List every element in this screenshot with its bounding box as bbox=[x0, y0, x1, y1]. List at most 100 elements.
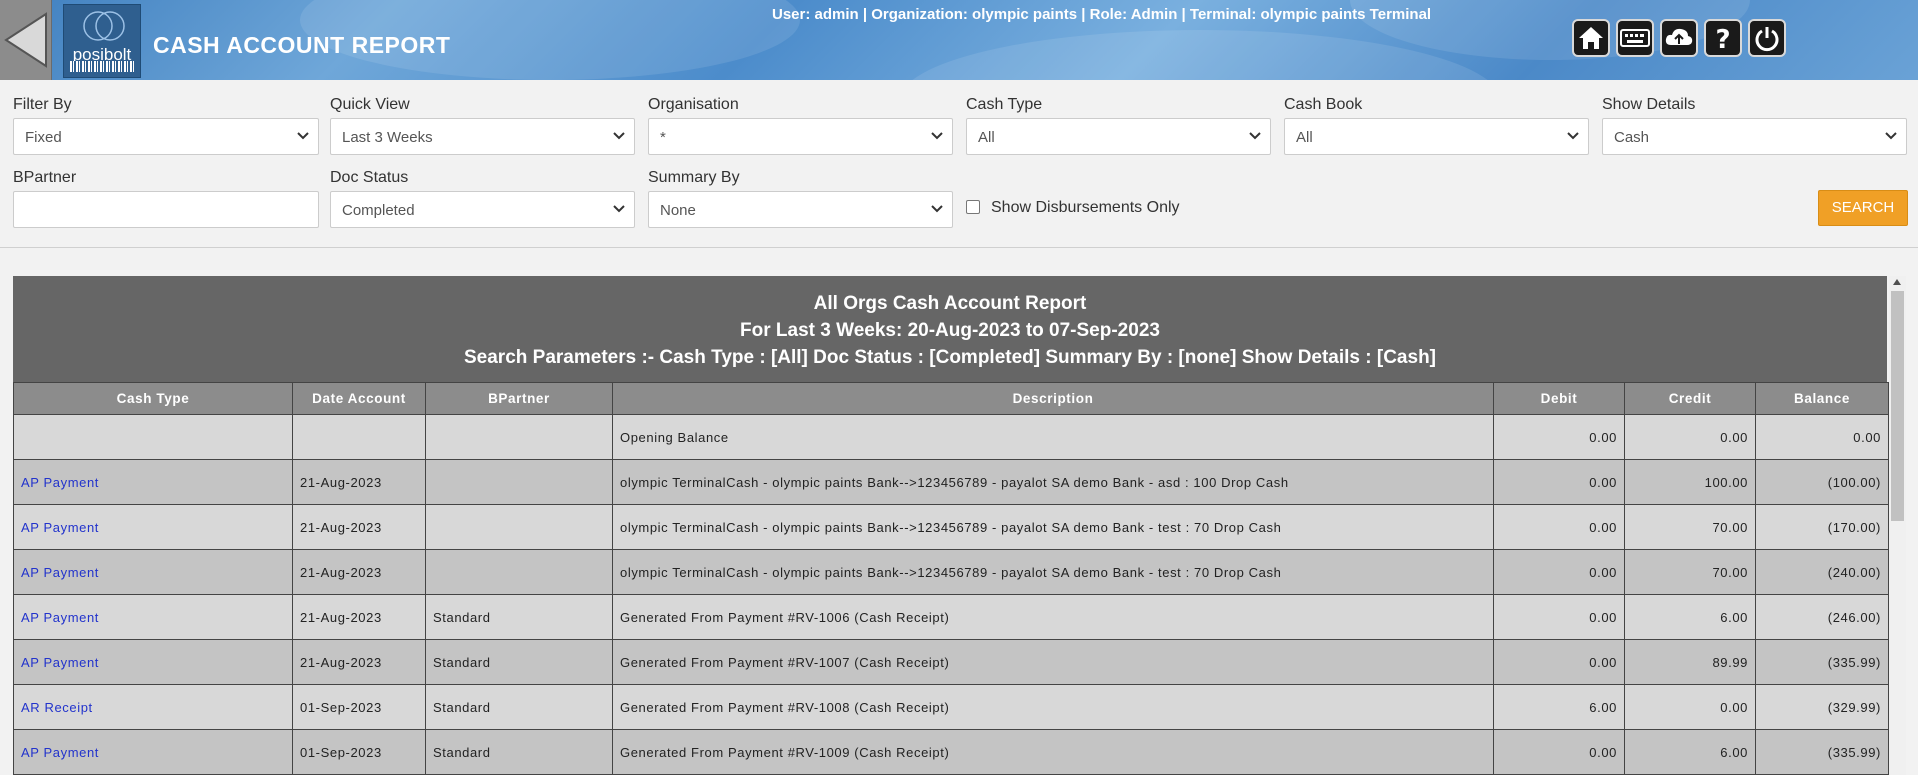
doc-status-group: Doc Status Completed bbox=[330, 167, 635, 228]
cash-type-cell: AP Payment bbox=[13, 504, 293, 550]
cash-type-select[interactable]: All bbox=[966, 118, 1271, 155]
doc-status-select[interactable]: Completed bbox=[330, 191, 635, 228]
debit-cell: 0.00 bbox=[1493, 459, 1625, 505]
cash-type-link[interactable]: AP Payment bbox=[21, 610, 99, 625]
column-header[interactable]: Cash Type bbox=[13, 382, 293, 415]
scrollbar-thumb[interactable] bbox=[1891, 291, 1904, 521]
debit-cell: 0.00 bbox=[1493, 414, 1625, 460]
show-details-value: Cash bbox=[1614, 129, 1650, 146]
logo-circles-icon bbox=[83, 11, 125, 41]
keyboard-button[interactable] bbox=[1616, 19, 1654, 57]
cash-type-link[interactable]: AP Payment bbox=[21, 655, 99, 670]
show-details-select[interactable]: Cash bbox=[1602, 118, 1907, 155]
debit-cell: 0.00 bbox=[1493, 549, 1625, 595]
cash-type-link[interactable]: AR Receipt bbox=[21, 700, 93, 715]
bpartner-cell: Standard bbox=[425, 639, 613, 685]
table-row: AP Payment 21-Aug-2023 olympic TerminalC… bbox=[13, 504, 1889, 550]
column-header[interactable]: BPartner bbox=[425, 382, 613, 415]
cash-type-label: Cash Type bbox=[966, 96, 1043, 113]
column-header[interactable]: Balance bbox=[1755, 382, 1889, 415]
page-title: CASH ACCOUNT REPORT bbox=[153, 32, 451, 58]
cash-type-value: All bbox=[978, 129, 995, 146]
cash-type-cell: AP Payment bbox=[13, 729, 293, 775]
balance-cell: (335.99) bbox=[1755, 729, 1889, 775]
description-cell: Generated From Payment #RV-1009 (Cash Re… bbox=[612, 729, 1494, 775]
filter-by-group: Filter By Fixed bbox=[13, 94, 319, 155]
credit-cell: 0.00 bbox=[1624, 414, 1756, 460]
table-row: AP Payment 21-Aug-2023 Standard Generate… bbox=[13, 594, 1889, 640]
report-title: All Orgs Cash Account Report bbox=[813, 293, 1087, 314]
doc-status-label: Doc Status bbox=[330, 169, 409, 186]
help-button[interactable]: ? bbox=[1704, 19, 1742, 57]
balance-cell: (335.99) bbox=[1755, 639, 1889, 685]
summary-by-value: None bbox=[660, 202, 696, 219]
cash-type-cell: AP Payment bbox=[13, 639, 293, 685]
cash-type-link[interactable]: AP Payment bbox=[21, 475, 99, 490]
description-cell: Generated From Payment #RV-1007 (Cash Re… bbox=[612, 639, 1494, 685]
disbursements-checkbox[interactable] bbox=[966, 200, 980, 214]
vertical-scrollbar[interactable] bbox=[1889, 276, 1906, 775]
date-cell: 21-Aug-2023 bbox=[292, 504, 426, 550]
credit-cell: 100.00 bbox=[1624, 459, 1756, 505]
sync-button[interactable] bbox=[1660, 19, 1698, 57]
debit-cell: 0.00 bbox=[1493, 504, 1625, 550]
debit-cell: 6.00 bbox=[1493, 684, 1625, 730]
app-logo: posibolt bbox=[63, 4, 141, 78]
date-cell: 01-Sep-2023 bbox=[292, 684, 426, 730]
chevron-down-icon bbox=[1567, 132, 1579, 140]
description-cell: Generated From Payment #RV-1008 (Cash Re… bbox=[612, 684, 1494, 730]
balance-cell: (240.00) bbox=[1755, 549, 1889, 595]
column-header[interactable]: Description bbox=[612, 382, 1494, 415]
help-icon: ? bbox=[1715, 25, 1730, 52]
table-row: AP Payment 21-Aug-2023 olympic TerminalC… bbox=[13, 459, 1889, 505]
back-button[interactable] bbox=[0, 0, 52, 80]
debit-cell: 0.00 bbox=[1493, 594, 1625, 640]
quick-view-label: Quick View bbox=[330, 96, 410, 113]
table-row: Opening Balance 0.00 0.00 0.00 bbox=[13, 414, 1889, 460]
bpartner-cell: Standard bbox=[425, 729, 613, 775]
balance-cell: (329.99) bbox=[1755, 684, 1889, 730]
cash-book-label: Cash Book bbox=[1284, 96, 1363, 113]
organisation-select[interactable]: * bbox=[648, 118, 953, 155]
logout-button[interactable] bbox=[1748, 19, 1786, 57]
column-header[interactable]: Date Account bbox=[292, 382, 426, 415]
bpartner-input[interactable] bbox=[13, 191, 319, 228]
cash-type-link[interactable]: AP Payment bbox=[21, 745, 99, 760]
date-cell: 01-Sep-2023 bbox=[292, 729, 426, 775]
quick-view-select[interactable]: Last 3 Weeks bbox=[330, 118, 635, 155]
filter-by-select[interactable]: Fixed bbox=[13, 118, 319, 155]
debit-cell: 0.00 bbox=[1493, 639, 1625, 685]
cash-type-group: Cash Type All bbox=[966, 94, 1271, 155]
scroll-up-arrow-icon[interactable] bbox=[1893, 279, 1901, 285]
cash-type-link[interactable]: AP Payment bbox=[21, 520, 99, 535]
chevron-down-icon bbox=[1249, 132, 1261, 140]
summary-by-select[interactable]: None bbox=[648, 191, 953, 228]
debit-cell: 0.00 bbox=[1493, 729, 1625, 775]
organisation-label: Organisation bbox=[648, 96, 739, 113]
table-row: AP Payment 21-Aug-2023 olympic TerminalC… bbox=[13, 549, 1889, 595]
balance-cell: (246.00) bbox=[1755, 594, 1889, 640]
header-toolbar: ? bbox=[1572, 19, 1786, 57]
home-button[interactable] bbox=[1572, 19, 1610, 57]
bpartner-cell bbox=[425, 459, 613, 505]
column-header[interactable]: Credit bbox=[1624, 382, 1756, 415]
balance-cell: 0.00 bbox=[1755, 414, 1889, 460]
description-cell: olympic TerminalCash - olympic paints Ba… bbox=[612, 504, 1494, 550]
search-button[interactable]: SEARCH bbox=[1818, 190, 1908, 226]
cash-book-select[interactable]: All bbox=[1284, 118, 1589, 155]
column-header[interactable]: Debit bbox=[1493, 382, 1625, 415]
organisation-value: * bbox=[660, 129, 666, 146]
bpartner-cell bbox=[425, 414, 613, 460]
disbursements-label: Show Disbursements Only bbox=[991, 199, 1180, 216]
cash-type-cell bbox=[13, 414, 293, 460]
bpartner-cell: Standard bbox=[425, 684, 613, 730]
power-icon bbox=[1755, 27, 1779, 52]
description-cell: Opening Balance bbox=[612, 414, 1494, 460]
date-cell: 21-Aug-2023 bbox=[292, 549, 426, 595]
credit-cell: 6.00 bbox=[1624, 729, 1756, 775]
credit-cell: 0.00 bbox=[1624, 684, 1756, 730]
report-header: All Orgs Cash Account Report For Last 3 … bbox=[13, 276, 1887, 382]
report-panel: All Orgs Cash Account Report For Last 3 … bbox=[13, 276, 1889, 775]
cash-type-cell: AP Payment bbox=[13, 594, 293, 640]
cash-type-link[interactable]: AP Payment bbox=[21, 565, 99, 580]
